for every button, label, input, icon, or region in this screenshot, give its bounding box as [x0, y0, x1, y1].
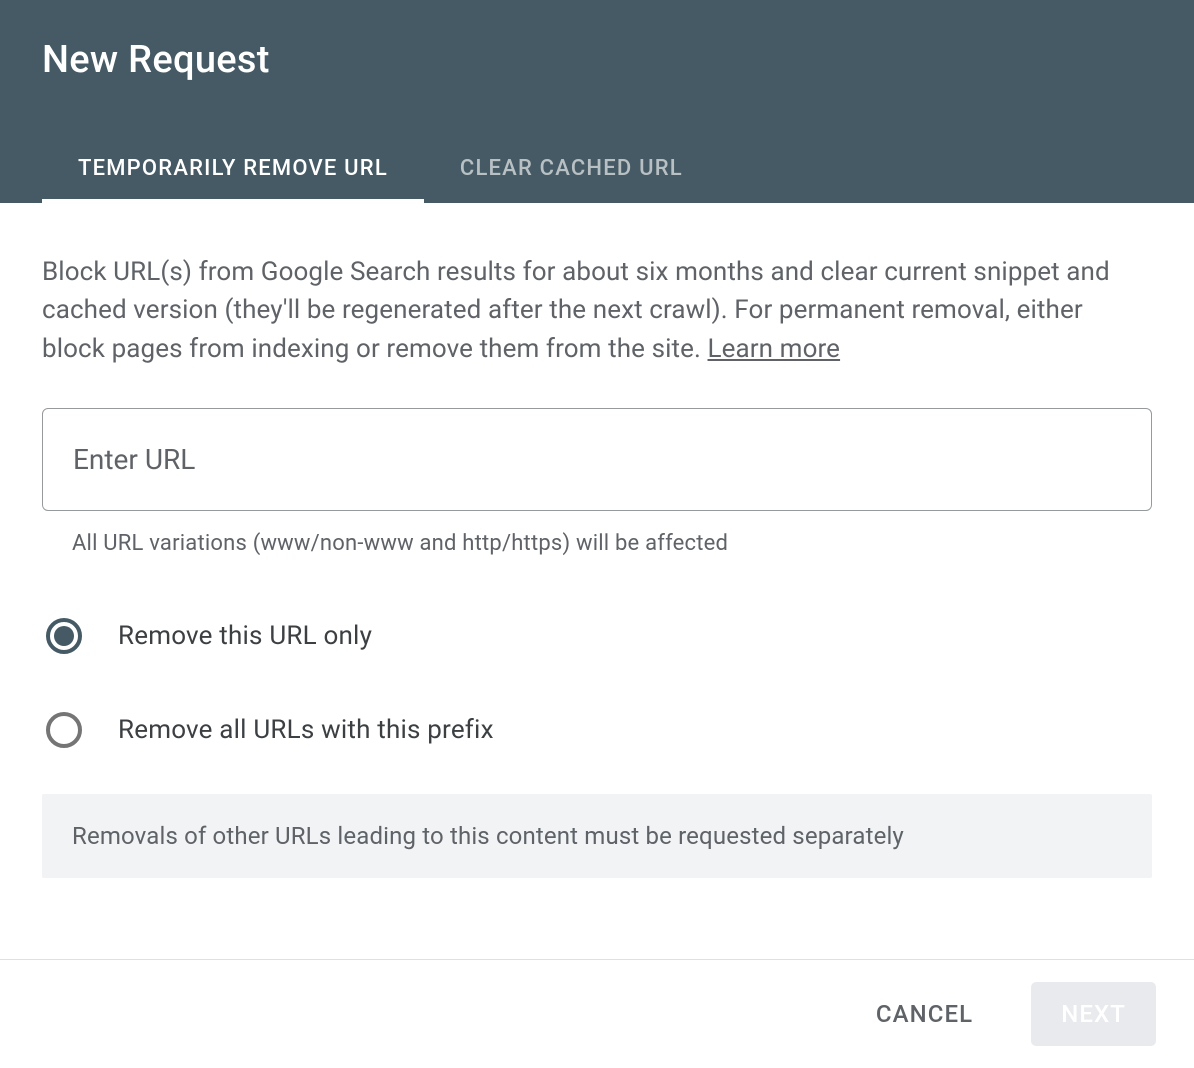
radio-label: Remove this URL only [118, 621, 372, 651]
next-button[interactable]: NEXT [1031, 982, 1156, 1046]
dialog-header: New Request TEMPORARILY REMOVE URL CLEAR… [0, 0, 1194, 203]
url-helper-text: All URL variations (www/non-www and http… [72, 531, 1152, 556]
tab-temporarily-remove-url[interactable]: TEMPORARILY REMOVE URL [42, 138, 424, 203]
radio-icon [46, 712, 82, 748]
tab-clear-cached-url[interactable]: CLEAR CACHED URL [424, 138, 719, 203]
cancel-button[interactable]: CANCEL [846, 982, 1003, 1046]
radio-icon [46, 618, 82, 654]
radio-remove-all-urls-with-prefix[interactable]: Remove all URLs with this prefix [42, 694, 1152, 766]
notice-banner: Removals of other URLs leading to this c… [42, 794, 1152, 878]
description-text: Block URL(s) from Google Search results … [42, 253, 1152, 368]
url-input[interactable] [42, 408, 1152, 511]
dialog-body: Block URL(s) from Google Search results … [0, 203, 1194, 959]
removal-scope-radio-group: Remove this URL only Remove all URLs wit… [42, 600, 1152, 766]
dialog-footer: CANCEL NEXT [0, 959, 1194, 1068]
radio-remove-this-url-only[interactable]: Remove this URL only [42, 600, 1152, 672]
dialog-title: New Request [42, 38, 1152, 82]
radio-label: Remove all URLs with this prefix [118, 715, 494, 745]
tab-bar: TEMPORARILY REMOVE URL CLEAR CACHED URL [42, 138, 1152, 203]
learn-more-link[interactable]: Learn more [708, 334, 841, 364]
new-request-dialog: New Request TEMPORARILY REMOVE URL CLEAR… [0, 0, 1194, 1068]
description-main: Block URL(s) from Google Search results … [42, 257, 1110, 364]
